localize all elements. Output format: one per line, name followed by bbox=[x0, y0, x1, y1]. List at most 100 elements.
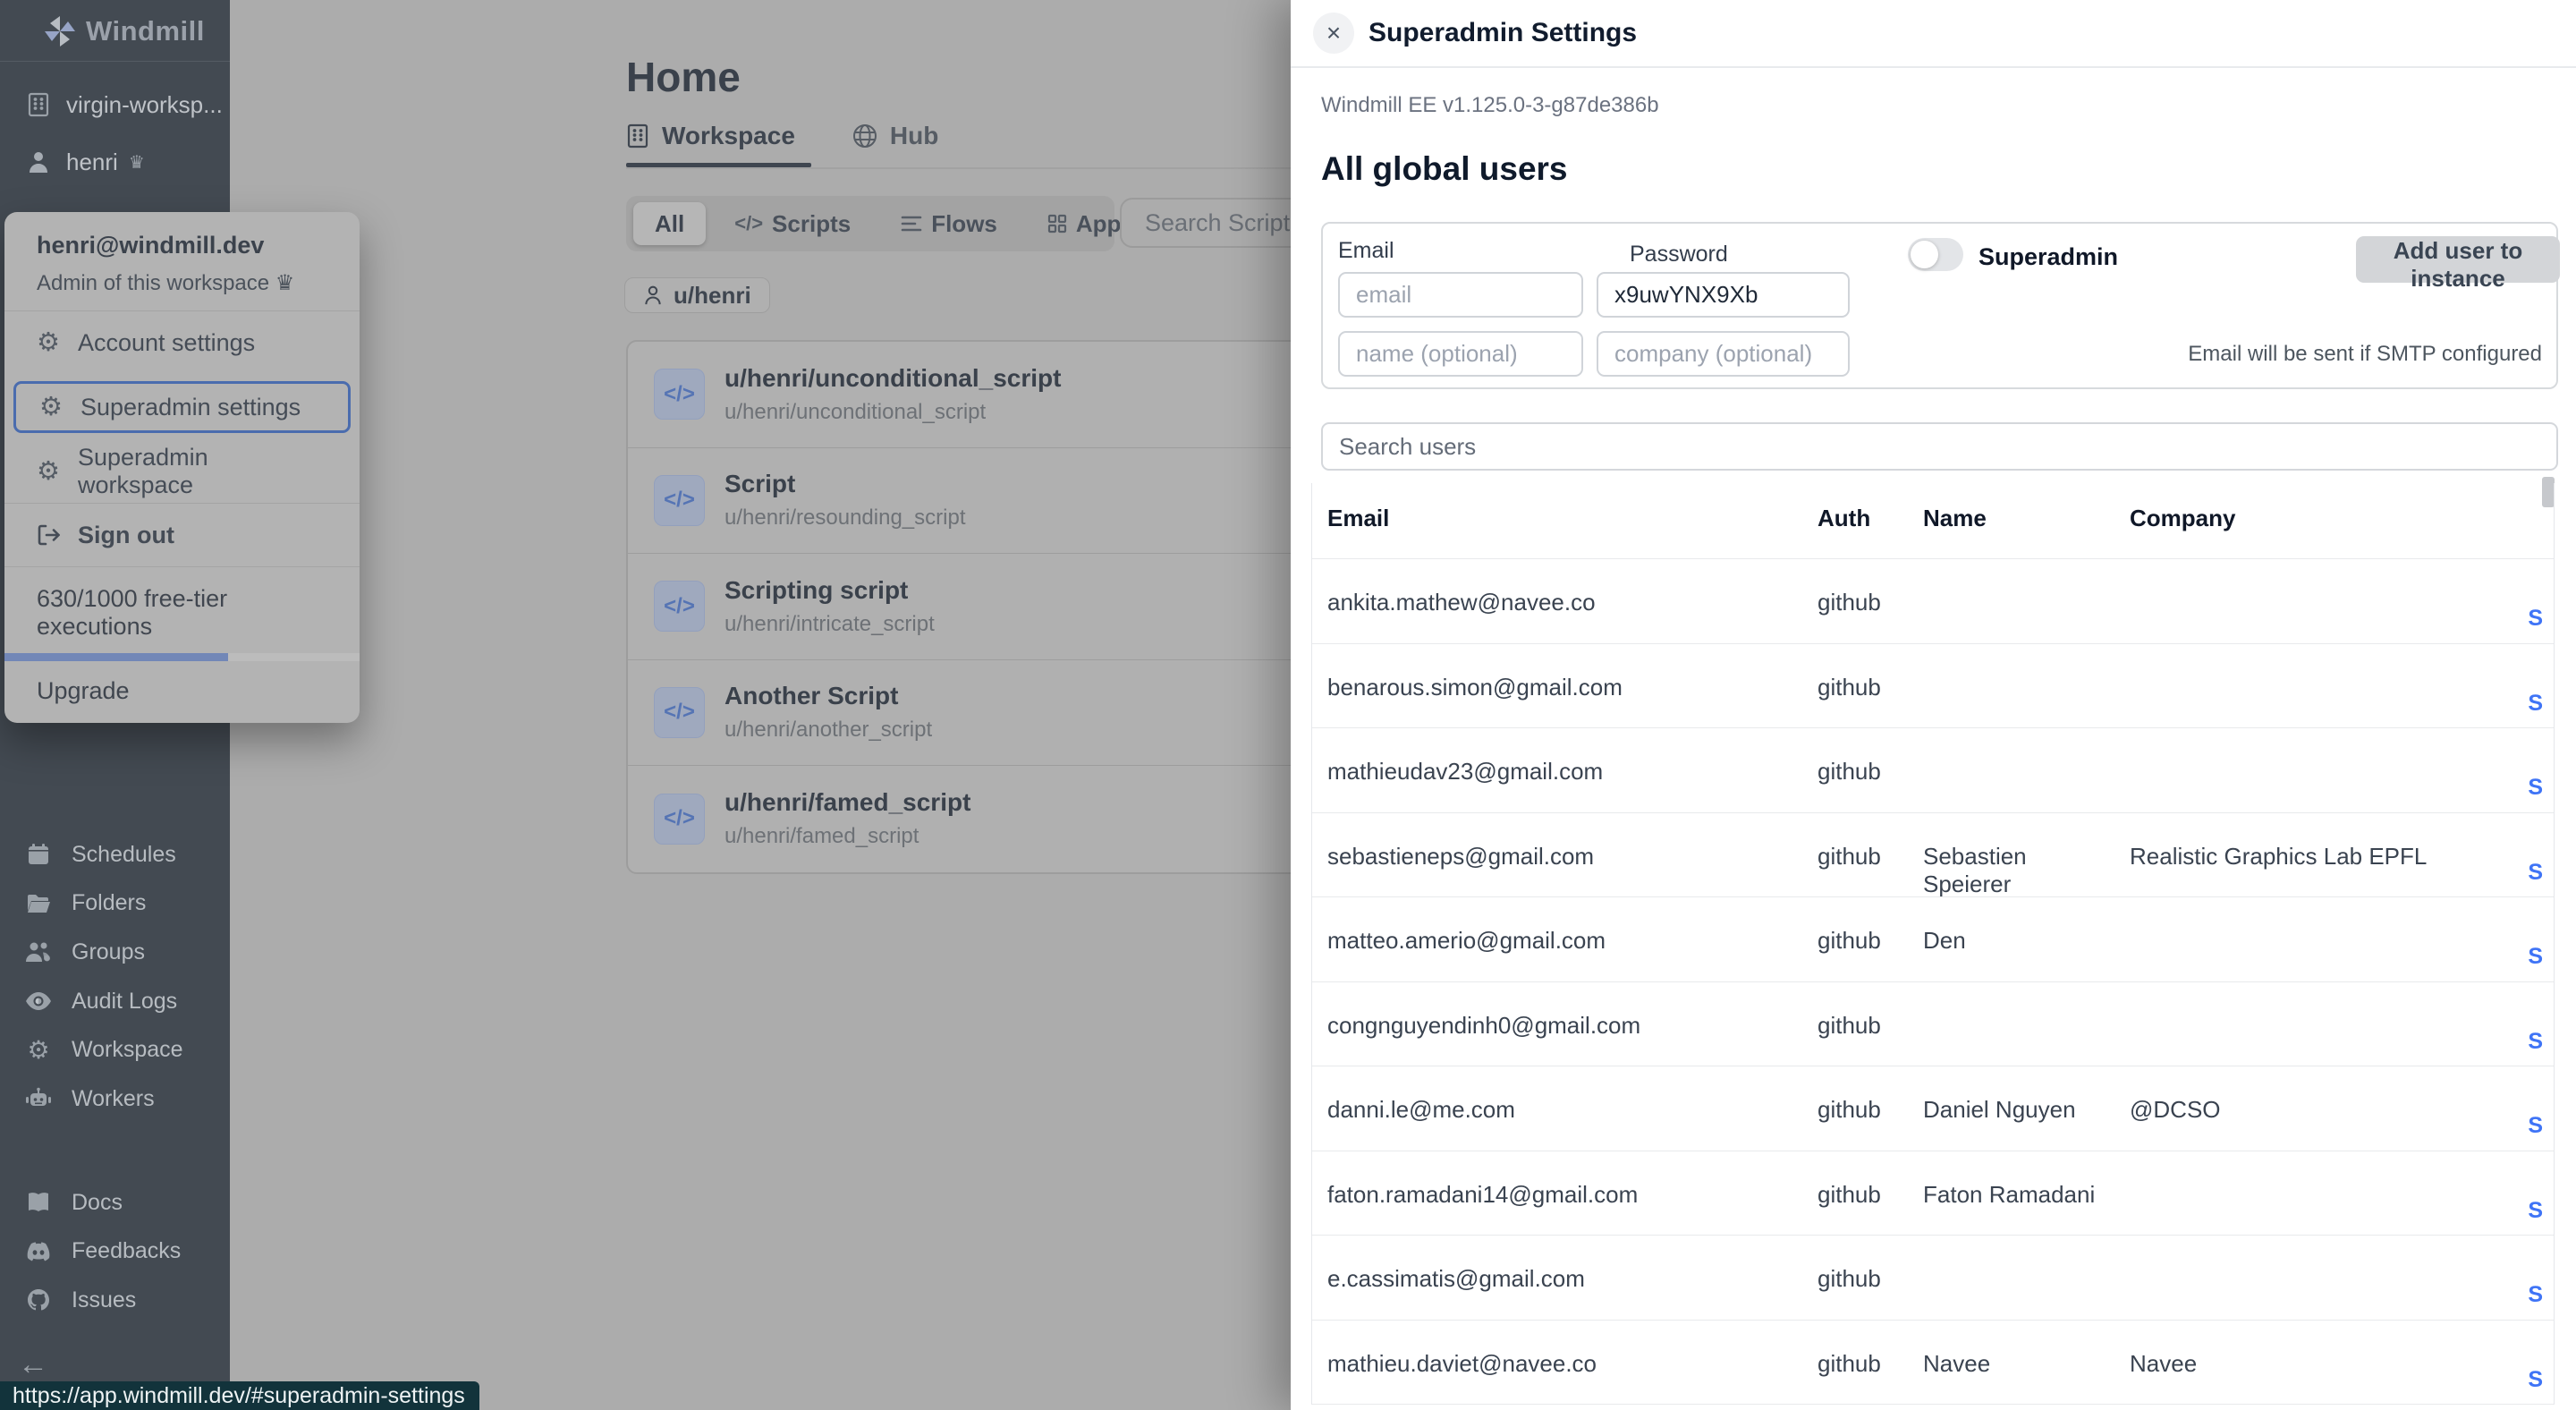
menu-item-superadmin-settings[interactable]: ⚙ Superadmin settings bbox=[16, 384, 348, 430]
sidebar-item-label: Groups bbox=[72, 939, 145, 965]
close-icon[interactable]: × bbox=[1313, 13, 1354, 54]
user-email-cell: sebastieneps@gmail.com bbox=[1327, 843, 1801, 871]
superadmin-settings-drawer: × Superadmin Settings Windmill EE v1.125… bbox=[1291, 0, 2576, 1410]
user-row: faton.ramadani14@gmail.com github Faton … bbox=[1312, 1151, 2554, 1236]
groups-icon bbox=[25, 940, 52, 964]
filter-label: All bbox=[655, 210, 684, 238]
user-auth-cell: github bbox=[1818, 843, 1881, 871]
kind-filter: All </> Scripts Flows Apps bbox=[626, 196, 1114, 251]
user-dropdown-menu: henri@windmill.dev Admin of this workspa… bbox=[4, 212, 360, 723]
script-title: u/henri/famed_script bbox=[724, 790, 970, 815]
set-password-button[interactable]: S bbox=[2528, 691, 2543, 717]
menu-item-sign-out[interactable]: Sign out bbox=[4, 504, 360, 566]
usage-progress-fill bbox=[4, 653, 228, 661]
sidebar-item-label: Workspace bbox=[72, 1037, 183, 1063]
user-row: danni.le@me.com github Daniel Nguyen @DC… bbox=[1312, 1066, 2554, 1151]
script-path: u/henri/famed_script bbox=[724, 826, 970, 847]
user-name-cell: Navee bbox=[1923, 1350, 2120, 1378]
windmill-logo[interactable]: Windmill bbox=[0, 0, 230, 62]
add-user-card: Email Password Superadmin Add user to in… bbox=[1321, 222, 2558, 389]
robot-icon bbox=[25, 1087, 52, 1110]
menu-item-upgrade[interactable]: Upgrade bbox=[4, 661, 360, 723]
user-email: henri@windmill.dev bbox=[37, 232, 327, 259]
tab-label: Workspace bbox=[662, 122, 795, 150]
user-row: matteo.amerio@gmail.com github Den S bbox=[1312, 896, 2554, 981]
sidebar-item-workers[interactable]: Workers bbox=[25, 1074, 223, 1124]
user-dropdown-header: henri@windmill.dev Admin of this workspa… bbox=[4, 212, 360, 310]
crown-icon: ♛ bbox=[129, 151, 145, 174]
set-password-button[interactable]: S bbox=[2528, 860, 2543, 886]
user-name-cell: Faton Ramadani bbox=[1923, 1181, 2120, 1209]
user-row: ankita.mathew@navee.co github S bbox=[1312, 558, 2554, 643]
code-icon: </> bbox=[654, 687, 705, 738]
script-path: u/henri/another_script bbox=[724, 719, 932, 741]
sidebar-item-feedbacks[interactable]: Feedbacks bbox=[25, 1227, 223, 1277]
apps-icon bbox=[1047, 214, 1067, 234]
status-url-tooltip: https://app.windmill.dev/#superadmin-set… bbox=[0, 1381, 479, 1410]
collapse-sidebar-icon[interactable]: ← bbox=[18, 1347, 48, 1382]
email-label: Email bbox=[1338, 238, 1394, 264]
application-window: Windmill virgin-worksp... bbox=[0, 0, 2576, 1410]
user-company-cell: @DCSO bbox=[2130, 1096, 2514, 1124]
sidebar-item-workspace[interactable]: ⚙ Workspace bbox=[25, 1025, 223, 1074]
discord-icon bbox=[25, 1242, 52, 1261]
menu-item-label: Superadmin workspace bbox=[78, 444, 327, 499]
tab-hub[interactable]: Hub bbox=[852, 122, 938, 174]
add-user-button[interactable]: Add user to instance bbox=[2356, 236, 2560, 283]
user-auth-cell: github bbox=[1818, 1265, 1881, 1293]
sidebar-item-groups[interactable]: Groups bbox=[25, 928, 223, 977]
table-bottom-divider bbox=[1312, 1404, 2554, 1405]
name-field[interactable] bbox=[1338, 331, 1583, 377]
user-email-cell: faton.ramadani14@gmail.com bbox=[1327, 1181, 1801, 1209]
flows-icon bbox=[901, 215, 922, 233]
sidebar-item-docs[interactable]: Docs bbox=[25, 1178, 223, 1227]
github-icon bbox=[25, 1288, 52, 1312]
toggle-knob bbox=[1911, 241, 1938, 268]
usage-progress-track bbox=[4, 653, 360, 661]
company-field[interactable] bbox=[1597, 331, 1850, 377]
password-field[interactable] bbox=[1597, 272, 1850, 318]
filter-scripts[interactable]: </> Scripts bbox=[713, 202, 872, 245]
owner-filter-chip[interactable]: u/henri bbox=[624, 277, 770, 313]
user-row: benarous.simon@gmail.com github S bbox=[1312, 643, 2554, 728]
person-icon bbox=[643, 285, 663, 306]
set-password-button[interactable]: S bbox=[2528, 1113, 2543, 1139]
workspace-switcher[interactable]: virgin-worksp... bbox=[25, 87, 230, 123]
filter-all[interactable]: All bbox=[633, 202, 706, 245]
set-password-button[interactable]: S bbox=[2528, 606, 2543, 632]
set-password-button[interactable]: S bbox=[2528, 1282, 2543, 1308]
user-row: e.cassimatis@gmail.com github S bbox=[1312, 1235, 2554, 1320]
sidebar-item-audit-logs[interactable]: Audit Logs bbox=[25, 977, 223, 1026]
user-company-cell: Navee bbox=[2130, 1350, 2514, 1378]
user-auth-cell: github bbox=[1818, 1181, 1881, 1209]
script-title: Another Script bbox=[724, 684, 932, 709]
gear-icon: ⚙ bbox=[39, 395, 63, 420]
script-title: Scripting script bbox=[724, 578, 935, 603]
menu-item-superadmin-workspace[interactable]: ⚙ Superadmin workspace bbox=[4, 440, 360, 503]
set-password-button[interactable]: S bbox=[2528, 944, 2543, 970]
filter-label: Scripts bbox=[772, 210, 851, 238]
user-menu-trigger[interactable]: henri ♛ bbox=[25, 144, 230, 180]
filter-flows[interactable]: Flows bbox=[879, 202, 1019, 245]
logo-text: Windmill bbox=[86, 15, 205, 47]
set-password-button[interactable]: S bbox=[2528, 1367, 2543, 1393]
menu-item-account-settings[interactable]: ⚙ Account settings bbox=[4, 311, 360, 374]
sidebar-item-schedules[interactable]: Schedules bbox=[25, 830, 223, 879]
email-field[interactable] bbox=[1338, 272, 1583, 318]
column-header-company: Company bbox=[2130, 505, 2514, 532]
user-auth-cell: github bbox=[1818, 758, 1881, 786]
superadmin-toggle[interactable] bbox=[1908, 238, 1963, 271]
search-users-input[interactable] bbox=[1321, 422, 2558, 471]
sidebar-item-issues[interactable]: Issues bbox=[25, 1276, 223, 1325]
code-icon: </> bbox=[654, 369, 705, 420]
user-company-cell: Realistic Graphics Lab EPFL bbox=[2130, 843, 2514, 871]
gear-icon: ⚙ bbox=[25, 1038, 52, 1063]
book-icon bbox=[25, 1192, 52, 1213]
logout-icon bbox=[37, 523, 60, 547]
set-password-button[interactable]: S bbox=[2528, 775, 2543, 801]
sidebar-item-folders[interactable]: Folders bbox=[25, 879, 223, 929]
code-icon: </> bbox=[654, 581, 705, 632]
script-title: u/henri/unconditional_script bbox=[724, 366, 1061, 391]
set-password-button[interactable]: S bbox=[2528, 1198, 2543, 1224]
set-password-button[interactable]: S bbox=[2528, 1029, 2543, 1055]
